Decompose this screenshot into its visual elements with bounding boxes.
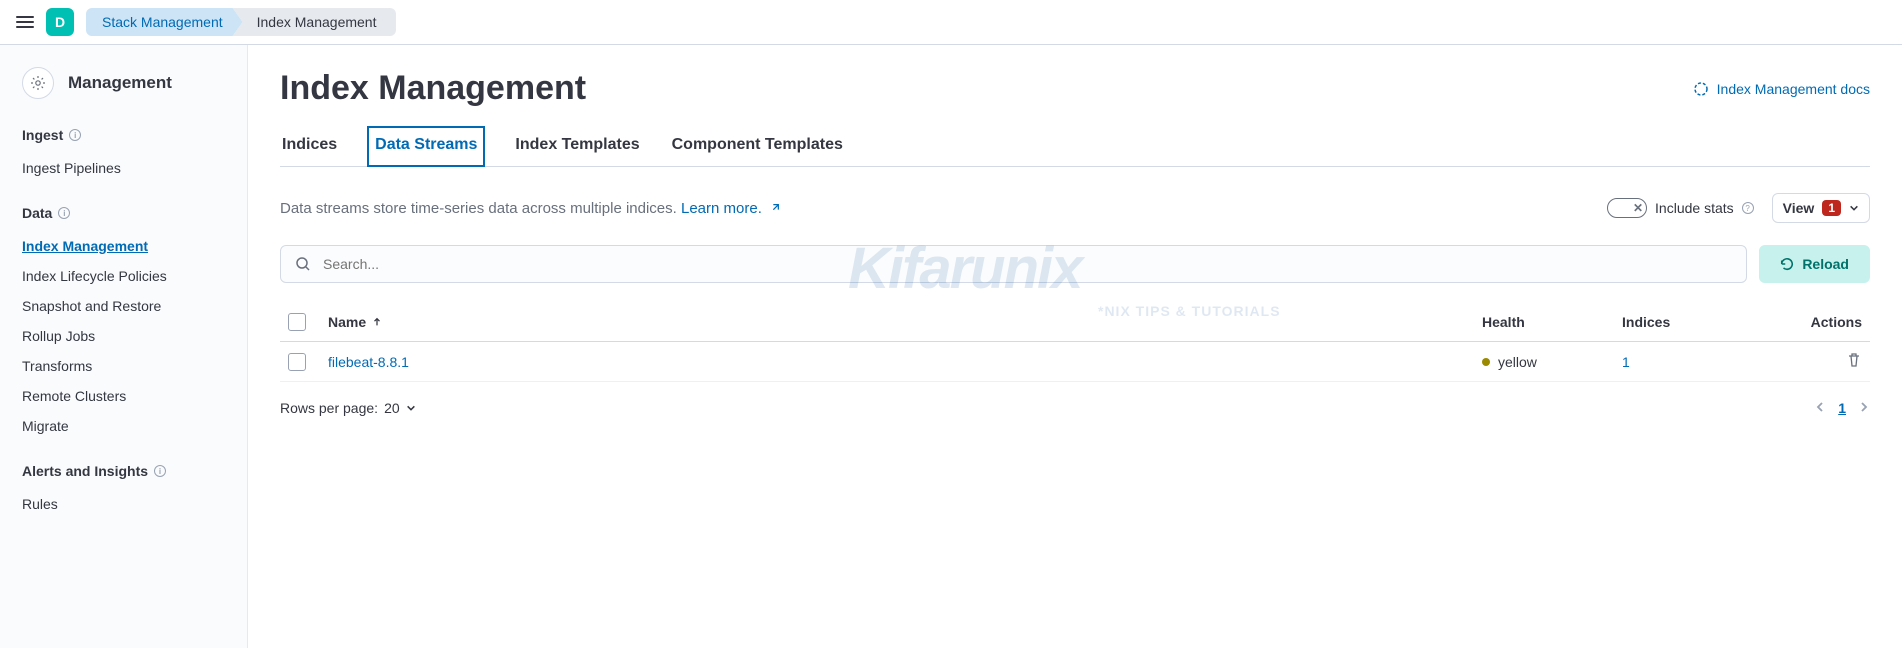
table-row: filebeat-8.8.1 yellow 1: [280, 342, 1870, 382]
section-data: Data i: [22, 205, 225, 221]
health-dot-icon: [1482, 358, 1490, 366]
tab-component-templates[interactable]: Component Templates: [670, 126, 845, 166]
tab-index-templates[interactable]: Index Templates: [513, 126, 641, 166]
sidebar: Management Ingest i Ingest Pipelines Dat…: [0, 45, 248, 648]
hamburger-icon[interactable]: [16, 16, 34, 28]
section-ingest: Ingest i: [22, 127, 225, 143]
reload-icon: [1780, 257, 1794, 271]
chevron-down-icon: [1849, 203, 1859, 213]
breadcrumb-index-management: Index Management: [233, 8, 397, 36]
external-link-icon: [770, 203, 780, 213]
search-icon: [295, 256, 311, 272]
include-stats-label: Include stats: [1655, 200, 1734, 216]
account-badge[interactable]: D: [46, 8, 74, 36]
main-content: Kifarunix *NIX TIPS & TUTORIALS Index Ma…: [248, 45, 1902, 648]
info-icon[interactable]: ?: [1742, 202, 1754, 214]
column-indices[interactable]: Indices: [1622, 314, 1762, 330]
view-button[interactable]: View 1: [1772, 193, 1870, 223]
top-bar: D Stack Management Index Management: [0, 0, 1902, 45]
health-cell: yellow: [1482, 354, 1622, 370]
sidebar-item-migrate[interactable]: Migrate: [22, 411, 225, 441]
info-icon[interactable]: i: [69, 129, 81, 141]
info-icon[interactable]: i: [154, 465, 166, 477]
data-stream-name-link[interactable]: filebeat-8.8.1: [328, 354, 1482, 370]
row-checkbox[interactable]: [288, 353, 306, 371]
chevron-down-icon: [406, 403, 416, 413]
select-all-checkbox[interactable]: [288, 313, 306, 331]
search-input[interactable]: [323, 256, 1732, 272]
breadcrumb-stack-management[interactable]: Stack Management: [86, 8, 243, 36]
sidebar-item-transforms[interactable]: Transforms: [22, 351, 225, 381]
sidebar-item-rules[interactable]: Rules: [22, 489, 225, 519]
next-page-button[interactable]: [1858, 400, 1870, 416]
sidebar-title: Management: [68, 73, 172, 93]
pagination: 1: [1814, 400, 1870, 416]
reload-button[interactable]: Reload: [1759, 245, 1870, 283]
table-header: Name Health Indices Actions: [280, 303, 1870, 342]
rows-per-page-selector[interactable]: Rows per page: 20: [280, 400, 416, 416]
tab-indices[interactable]: Indices: [280, 126, 339, 166]
column-name[interactable]: Name: [328, 314, 1482, 330]
indices-count-link[interactable]: 1: [1622, 354, 1762, 370]
info-icon[interactable]: i: [58, 207, 70, 219]
include-stats-toggle[interactable]: ✕: [1607, 198, 1647, 218]
page-number[interactable]: 1: [1838, 400, 1846, 416]
column-health[interactable]: Health: [1482, 314, 1622, 330]
sidebar-item-remote-clusters[interactable]: Remote Clusters: [22, 381, 225, 411]
tab-description: Data streams store time-series data acro…: [280, 200, 780, 217]
view-badge: 1: [1822, 200, 1841, 216]
sidebar-item-rollup-jobs[interactable]: Rollup Jobs: [22, 321, 225, 351]
trash-icon[interactable]: [1846, 352, 1862, 368]
tabs: Indices Data Streams Index Templates Com…: [280, 126, 1870, 167]
help-icon: [1693, 81, 1709, 97]
section-alerts-insights: Alerts and Insights i: [22, 463, 225, 479]
page-title: Index Management: [280, 69, 586, 108]
column-actions: Actions: [1762, 314, 1862, 330]
docs-link[interactable]: Index Management docs: [1693, 81, 1870, 97]
chevron-left-icon: [1814, 401, 1826, 413]
breadcrumbs: Stack Management Index Management: [86, 8, 396, 36]
sidebar-item-index-lifecycle-policies[interactable]: Index Lifecycle Policies: [22, 261, 225, 291]
sidebar-item-index-management[interactable]: Index Management: [22, 231, 225, 261]
prev-page-button[interactable]: [1814, 400, 1826, 416]
sidebar-header: Management: [22, 67, 225, 99]
gear-icon: [22, 67, 54, 99]
sidebar-item-snapshot-restore[interactable]: Snapshot and Restore: [22, 291, 225, 321]
chevron-right-icon: [1858, 401, 1870, 413]
sort-asc-icon: [372, 317, 382, 327]
sidebar-item-ingest-pipelines[interactable]: Ingest Pipelines: [22, 153, 225, 183]
learn-more-link[interactable]: Learn more.: [681, 200, 780, 217]
tab-data-streams[interactable]: Data Streams: [367, 126, 485, 167]
